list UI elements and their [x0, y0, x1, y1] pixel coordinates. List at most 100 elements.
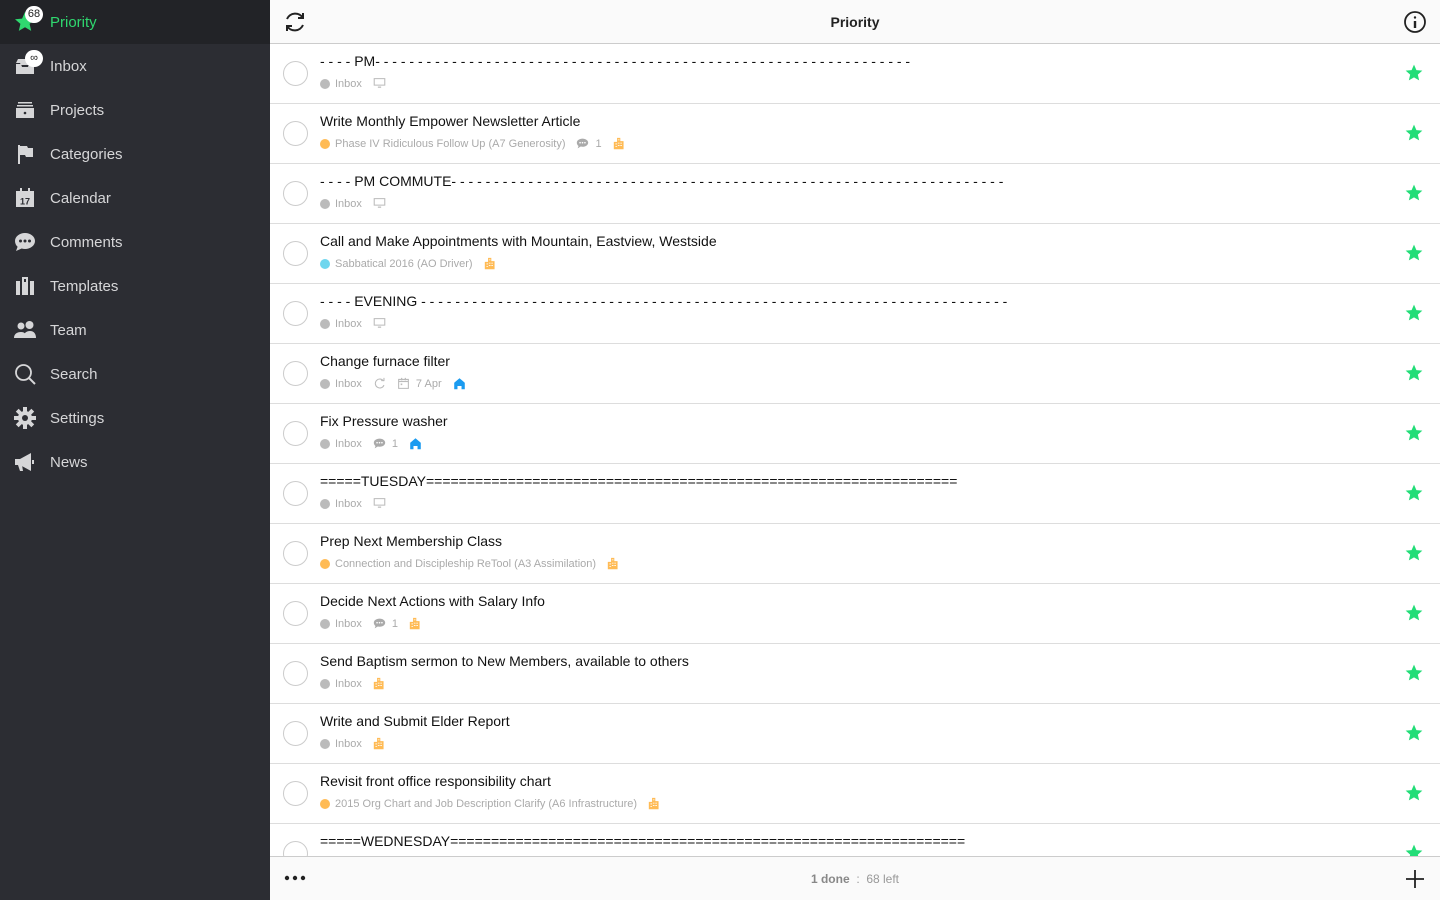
complete-checkbox[interactable]	[283, 481, 308, 506]
task-project[interactable]: Inbox	[320, 438, 362, 450]
star-icon[interactable]	[1404, 603, 1424, 623]
complete-checkbox[interactable]	[283, 301, 308, 326]
task-row[interactable]: - - - - PM COMMUTE- - - - - - - - - - - …	[270, 164, 1440, 224]
task-row[interactable]: Prep Next Membership Class Connection an…	[270, 524, 1440, 584]
add-task-button[interactable]	[1405, 869, 1425, 889]
sidebar-item-settings[interactable]: Settings	[0, 396, 270, 440]
star-icon[interactable]	[1404, 783, 1424, 803]
page-title: Priority	[830, 13, 880, 30]
star-icon[interactable]	[1404, 483, 1424, 503]
info-icon[interactable]	[1403, 10, 1427, 34]
sidebar-item-label: Settings	[50, 409, 105, 427]
sidebar-item-search[interactable]: Search	[0, 352, 270, 396]
task-row[interactable]: Write Monthly Empower Newsletter Article…	[270, 104, 1440, 164]
left-count: 68 left	[866, 872, 900, 886]
task-title[interactable]: Decide Next Actions with Salary Info	[320, 593, 545, 609]
task-title[interactable]: Call and Make Appointments with Mountain…	[320, 233, 717, 249]
star-icon[interactable]	[1404, 303, 1424, 323]
task-row[interactable]: Change furnace filter Inbox 7 Apr	[270, 344, 1440, 404]
task-project[interactable]: Phase IV Ridiculous Follow Up (A7 Genero…	[320, 138, 565, 150]
task-title[interactable]: Revisit front office responsibility char…	[320, 773, 551, 789]
star-icon[interactable]	[1404, 63, 1424, 83]
complete-checkbox[interactable]	[283, 181, 308, 206]
task-project[interactable]: 2015 Org Chart and Job Description Clari…	[320, 798, 637, 810]
task-title[interactable]: - - - - PM COMMUTE- - - - - - - - - - - …	[320, 173, 1003, 189]
complete-checkbox[interactable]	[283, 661, 308, 686]
task-row[interactable]: Decide Next Actions with Salary Info Inb…	[270, 584, 1440, 644]
task-title[interactable]: Prep Next Membership Class	[320, 533, 502, 549]
task-row[interactable]: Write and Submit Elder Report Inbox	[270, 704, 1440, 764]
task-project[interactable]: Inbox	[320, 378, 362, 390]
sidebar-item-team[interactable]: Team	[0, 308, 270, 352]
task-row[interactable]: Revisit front office responsibility char…	[270, 764, 1440, 824]
complete-checkbox[interactable]	[283, 841, 308, 856]
star-icon[interactable]	[1404, 183, 1424, 203]
star-icon[interactable]	[1404, 123, 1424, 143]
task-project[interactable]: Inbox	[320, 318, 362, 330]
task-row[interactable]: - - - - EVENING - - - - - - - - - - - - …	[270, 284, 1440, 344]
task-project[interactable]: Connection and Discipleship ReTool (A3 A…	[320, 558, 596, 570]
task-title[interactable]: - - - - PM- - - - - - - - - - - - - - - …	[320, 53, 910, 69]
task-row[interactable]: Send Baptism sermon to New Members, avai…	[270, 644, 1440, 704]
sidebar-item-priority[interactable]: 68 Priority	[0, 0, 270, 44]
task-title[interactable]: Change furnace filter	[320, 353, 450, 369]
project-color-dot	[320, 138, 330, 149]
task-row[interactable]: =====TUESDAY============================…	[270, 464, 1440, 524]
star-icon[interactable]	[1404, 363, 1424, 383]
complete-checkbox[interactable]	[283, 121, 308, 146]
sidebar-item-comments[interactable]: Comments	[0, 220, 270, 264]
task-project[interactable]: Inbox	[320, 498, 362, 510]
star-icon[interactable]	[1404, 543, 1424, 563]
sidebar-item-news[interactable]: News	[0, 440, 270, 484]
task-project[interactable]: Inbox	[320, 738, 362, 750]
date-meta: 7 Apr	[397, 377, 442, 390]
count-badge: 68	[25, 6, 43, 23]
sidebar-item-calendar[interactable]: 17 Calendar	[0, 176, 270, 220]
building-icon	[648, 797, 659, 810]
task-title[interactable]: - - - - EVENING - - - - - - - - - - - - …	[320, 293, 1007, 309]
task-project[interactable]: Sabbatical 2016 (AO Driver)	[320, 258, 473, 270]
building-icon	[409, 617, 420, 630]
complete-checkbox[interactable]	[283, 61, 308, 86]
complete-checkbox[interactable]	[283, 721, 308, 746]
task-row[interactable]: Fix Pressure washer Inbox 1	[270, 404, 1440, 464]
task-project[interactable]: Inbox	[320, 678, 362, 690]
project-color-dot	[320, 618, 330, 629]
task-title[interactable]: Write Monthly Empower Newsletter Article	[320, 113, 580, 129]
complete-checkbox[interactable]	[283, 601, 308, 626]
sidebar-item-inbox[interactable]: ∞ Inbox	[0, 44, 270, 88]
sidebar-item-categories[interactable]: Categories	[0, 132, 270, 176]
monitor-meta	[373, 77, 386, 90]
sidebar-item-label: Team	[50, 321, 87, 339]
refresh-icon[interactable]	[283, 10, 307, 34]
task-project[interactable]: Inbox	[320, 618, 362, 630]
task-title[interactable]: Fix Pressure washer	[320, 413, 448, 429]
sidebar-item-templates[interactable]: Templates	[0, 264, 270, 308]
project-color-dot	[320, 498, 330, 509]
task-title[interactable]: Write and Submit Elder Report	[320, 713, 510, 729]
complete-checkbox[interactable]	[283, 361, 308, 386]
complete-checkbox[interactable]	[283, 781, 308, 806]
building-icon	[484, 257, 495, 270]
project-color-dot	[320, 378, 330, 389]
task-title[interactable]: =====WEDNESDAY==========================…	[320, 833, 965, 849]
task-title[interactable]: Send Baptism sermon to New Members, avai…	[320, 653, 689, 669]
templates-icon	[0, 274, 50, 298]
star-icon[interactable]	[1404, 723, 1424, 743]
star-icon[interactable]	[1404, 663, 1424, 683]
projects-icon	[0, 98, 50, 122]
sidebar-item-label: Inbox	[50, 57, 87, 75]
task-row[interactable]: Call and Make Appointments with Mountain…	[270, 224, 1440, 284]
complete-checkbox[interactable]	[283, 421, 308, 446]
task-project[interactable]: Inbox	[320, 198, 362, 210]
sidebar-item-projects[interactable]: Projects	[0, 88, 270, 132]
task-row[interactable]: - - - - PM- - - - - - - - - - - - - - - …	[270, 44, 1440, 104]
star-icon[interactable]	[1404, 423, 1424, 443]
complete-checkbox[interactable]	[283, 541, 308, 566]
task-row[interactable]: =====WEDNESDAY==========================…	[270, 824, 1440, 856]
task-project[interactable]: Inbox	[320, 78, 362, 90]
star-icon[interactable]	[1404, 243, 1424, 263]
star-icon[interactable]	[1404, 843, 1424, 856]
task-title[interactable]: =====TUESDAY============================…	[320, 473, 957, 489]
complete-checkbox[interactable]	[283, 241, 308, 266]
